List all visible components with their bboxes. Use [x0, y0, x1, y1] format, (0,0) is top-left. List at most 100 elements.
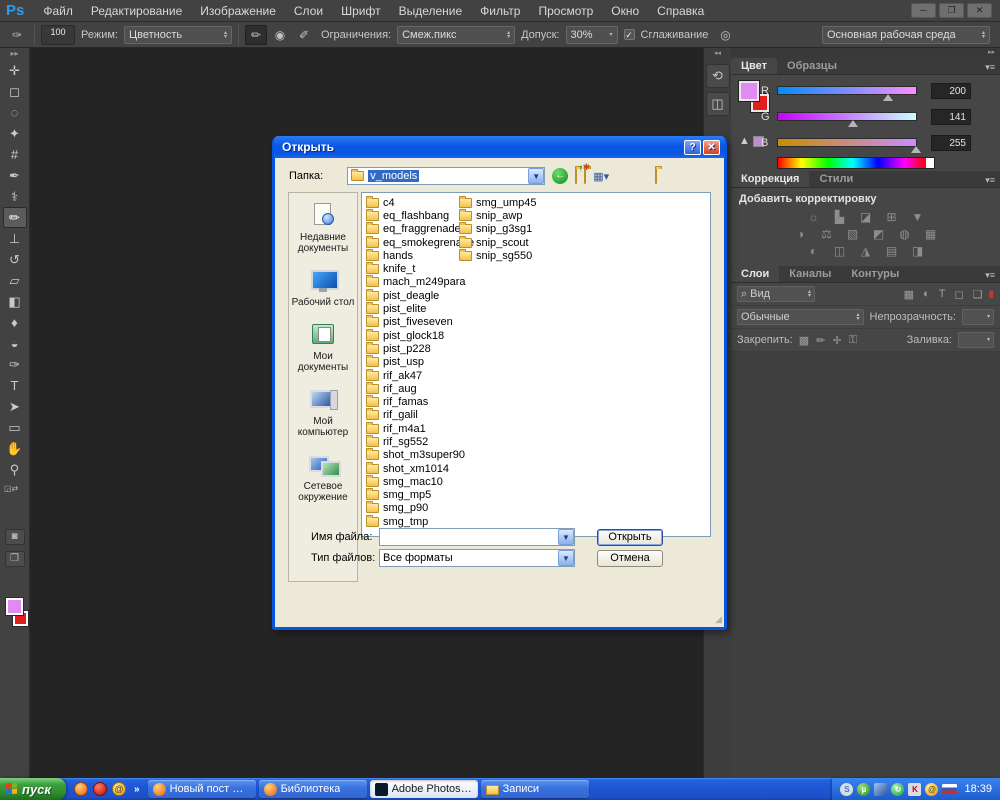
workspace-select[interactable]: Основная рабочая среда▴▾ [822, 26, 990, 44]
channel-slider-track[interactable] [777, 138, 917, 147]
tool-button[interactable]: ⊥ [3, 228, 27, 249]
cancel-button[interactable]: Отмена [597, 550, 663, 567]
filter-type-icon[interactable]: ◐ [923, 288, 930, 301]
color-spectrum-ramp[interactable] [777, 157, 935, 169]
lock-icon[interactable]: ▩ [799, 334, 809, 347]
adjustment-icon[interactable]: ◑ [793, 227, 809, 241]
tray-icon[interactable]: @ [925, 783, 938, 796]
window-control-button[interactable]: ✕ [967, 3, 992, 18]
up-level-button[interactable]: ↑ [575, 169, 577, 183]
foreground-color-swatch[interactable] [739, 81, 759, 101]
folder-item[interactable]: rif_famas [366, 395, 474, 408]
folder-item[interactable]: c4 [366, 196, 474, 209]
adjustment-icon[interactable]: ◫ [832, 244, 848, 258]
folder-item[interactable]: pist_deagle [366, 289, 474, 302]
menu-item[interactable]: Справка [648, 0, 713, 22]
dropdown-icon[interactable]: ▼ [528, 168, 544, 184]
folder-item[interactable]: hands [366, 249, 474, 262]
lock-icon[interactable]: ✏ [816, 334, 825, 347]
channel-slider-track[interactable] [777, 112, 917, 121]
filter-type-icon[interactable]: ◻ [954, 288, 963, 301]
channel-slider-thumb[interactable] [911, 146, 921, 153]
adjustment-icon[interactable]: ◪ [858, 210, 874, 224]
place-item[interactable]: Мои документы [290, 322, 356, 373]
folder-item[interactable]: pist_usp [366, 356, 474, 369]
task-button[interactable]: Библиотека [259, 780, 367, 798]
tool-button[interactable]: ✒ [3, 165, 27, 186]
folder-item[interactable]: knife_t [366, 262, 474, 275]
folder-item[interactable]: snip_awp [459, 209, 537, 222]
dialog-titlebar[interactable]: Открыть ? ✕ [274, 136, 725, 158]
folder-item[interactable]: rif_m4a1 [366, 422, 474, 435]
tool-button[interactable]: T [3, 375, 27, 396]
tool-button[interactable]: ⚲ [3, 459, 27, 480]
adjustment-icon[interactable]: ◮ [858, 244, 874, 258]
channel-value-input[interactable]: 141 [931, 109, 971, 125]
folder-item[interactable]: smg_ump45 [459, 196, 537, 209]
resize-grip[interactable]: ◢ [715, 614, 722, 625]
tool-button[interactable]: ⚕ [3, 186, 27, 207]
adjustment-icon[interactable]: ▙ [832, 210, 848, 224]
folder-item[interactable]: mach_m249para [366, 276, 474, 289]
tray-icon[interactable]: S [840, 783, 853, 796]
tray-icon[interactable] [942, 784, 957, 794]
start-button[interactable]: пуск [0, 778, 66, 800]
folder-item[interactable]: shot_m3super90 [366, 449, 474, 462]
tool-button[interactable]: ▱ [3, 270, 27, 291]
dock-panel-button[interactable]: ⟲ [706, 64, 730, 88]
filter-type-icon[interactable]: ▦ [904, 288, 914, 301]
filter-toggle[interactable]: ▮ [988, 289, 994, 300]
tool-button[interactable]: ◻ [3, 81, 27, 102]
layers-list-empty[interactable] [731, 352, 1000, 788]
menu-item[interactable]: Выделение [390, 0, 472, 22]
tool-button[interactable]: ✑ [3, 354, 27, 375]
tab-channels[interactable]: Каналы [779, 266, 841, 282]
folder-item[interactable]: pist_glock18 [366, 329, 474, 342]
filename-input[interactable]: ▼ [379, 528, 575, 546]
foreground-color-swatch[interactable] [6, 598, 23, 615]
collapse-toolbar-icon[interactable]: ▸▸ [0, 48, 29, 60]
tool-preset-icon[interactable]: ✑ [6, 25, 28, 45]
channel-slider-thumb[interactable] [883, 94, 893, 101]
tab-swatches[interactable]: Образцы [777, 58, 847, 74]
tray-icon[interactable]: K [908, 783, 921, 796]
window-control-button[interactable]: ❐ [939, 3, 964, 18]
adjustment-icon[interactable]: ▤ [884, 244, 900, 258]
sampling-button[interactable]: ✐ [293, 25, 315, 45]
channel-value-input[interactable]: 200 [931, 83, 971, 99]
tray-icon[interactable] [874, 783, 887, 796]
task-button[interactable]: Adobe Photoshop CS6 [370, 780, 478, 798]
tool-button[interactable]: ✏ [3, 207, 27, 228]
lock-icon[interactable]: ⚿ [849, 334, 857, 347]
adjustment-icon[interactable]: ◍ [897, 227, 913, 241]
swap-colors-icon[interactable]: ◲⇄ [4, 484, 20, 493]
folder-item[interactable]: snip_sg550 [459, 249, 537, 262]
menu-item[interactable]: Фильтр [471, 0, 529, 22]
place-item[interactable]: Сетевое окружение [290, 452, 356, 503]
sampling-button[interactable]: ◉ [269, 25, 291, 45]
tool-button[interactable]: ▭ [3, 417, 27, 438]
airbrush-icon[interactable]: ◎ [714, 25, 736, 45]
tool-button[interactable]: ➤ [3, 396, 27, 417]
task-button[interactable]: Новый пост — UnSai... [148, 780, 256, 798]
adjustment-icon[interactable]: ▧ [845, 227, 861, 241]
adjustment-icon[interactable]: ◐ [806, 244, 822, 258]
tab-paths[interactable]: Контуры [841, 266, 909, 282]
menu-item[interactable]: Окно [602, 0, 648, 22]
antialias-checkbox[interactable]: ✓ [624, 29, 635, 40]
channel-slider-thumb[interactable] [848, 120, 858, 127]
folder-item[interactable]: eq_flashbang [366, 209, 474, 222]
dock-panel-button[interactable]: ◫ [706, 92, 730, 116]
folder-item[interactable]: pist_elite [366, 302, 474, 315]
expand-dock-icon[interactable]: ▸▸ [731, 48, 1000, 58]
tab-adjustments[interactable]: Коррекция [731, 171, 809, 187]
close-button[interactable]: ✕ [703, 140, 720, 155]
quick-launch-icon[interactable] [93, 782, 107, 796]
help-button[interactable]: ? [684, 140, 701, 155]
menu-item[interactable]: Шрифт [332, 0, 389, 22]
folder-options-button[interactable] [655, 169, 657, 183]
adjustment-icon[interactable]: ⊞ [884, 210, 900, 224]
filter-type-icon[interactable]: T [939, 288, 946, 301]
menu-item[interactable]: Редактирование [82, 0, 191, 22]
folder-item[interactable]: shot_xm1014 [366, 462, 474, 475]
